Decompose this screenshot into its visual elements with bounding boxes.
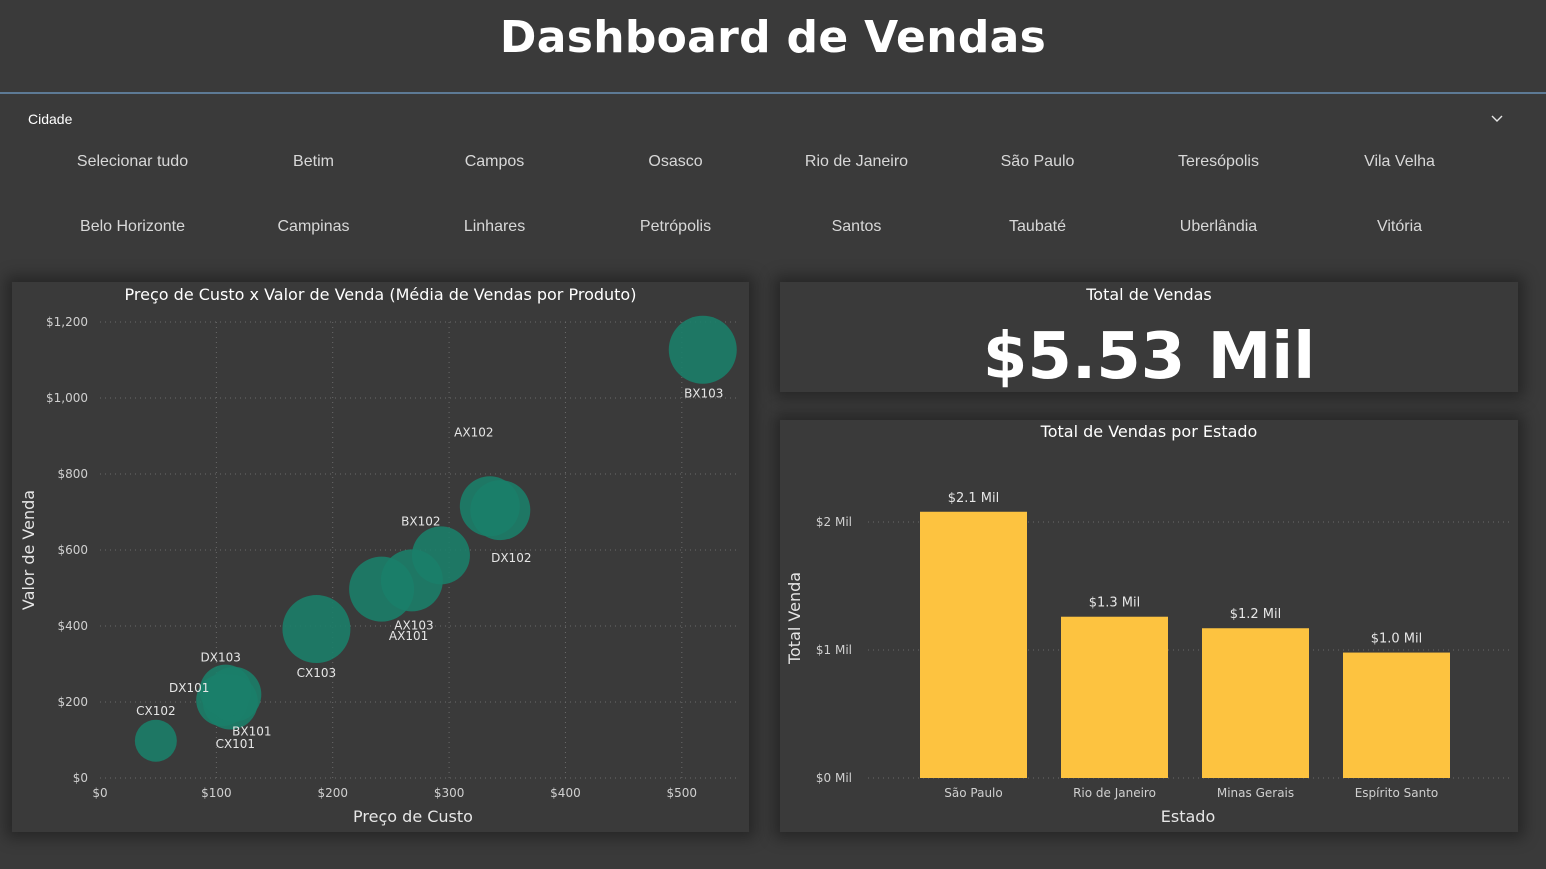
scatter-x-tick: $300 bbox=[434, 786, 465, 800]
scatter-x-tick: $400 bbox=[550, 786, 581, 800]
scatter-x-tick: $200 bbox=[317, 786, 348, 800]
bar-y-axis-label: Total Venda bbox=[785, 572, 804, 665]
scatter-x-tick: $500 bbox=[667, 786, 698, 800]
bar-category-label: Minas Gerais bbox=[1217, 786, 1294, 800]
scatter-y-tick: $1,200 bbox=[46, 315, 88, 329]
bar-value-label: $1.3 Mil bbox=[1089, 596, 1141, 611]
scatter-point-label: BX102 bbox=[401, 514, 440, 528]
scatter-y-tick: $200 bbox=[57, 695, 88, 709]
scatter-y-tick: $1,000 bbox=[46, 391, 88, 405]
scatter-x-tick: $100 bbox=[201, 786, 232, 800]
slicer-item-osasco[interactable]: Osasco bbox=[585, 140, 766, 184]
city-slicer: Selecionar tudo Betim Campos Osasco Rio … bbox=[42, 140, 1490, 260]
bar-x-axis-label: Estado bbox=[1161, 807, 1215, 826]
dashboard-header: Dashboard de Vendas bbox=[0, 0, 1546, 94]
scatter-point-label: DX102 bbox=[491, 551, 531, 565]
slicer-item-betim[interactable]: Betim bbox=[223, 140, 404, 184]
bar-value-label: $1.2 Mil bbox=[1230, 607, 1282, 622]
scatter-y-tick: $400 bbox=[57, 619, 88, 633]
scatter-point-label: BX103 bbox=[684, 387, 723, 401]
slicer-item-vitoria[interactable]: Vitória bbox=[1309, 205, 1490, 249]
slicer-item-linhares[interactable]: Linhares bbox=[404, 205, 585, 249]
scatter-y-tick: $0 bbox=[73, 771, 88, 785]
scatter-point[interactable] bbox=[470, 480, 531, 541]
bar-chart[interactable]: $0 Mil $1 Mil $2 Mil $2.1 Mil São Paulo $1.3… bbox=[780, 420, 1518, 832]
slicer-item-rio-de-janeiro[interactable]: Rio de Janeiro bbox=[766, 140, 947, 184]
slicer-title: Cidade bbox=[28, 111, 73, 127]
bar-y-tick: $0 Mil bbox=[816, 771, 852, 785]
slicer-item-petropolis[interactable]: Petrópolis bbox=[585, 205, 766, 249]
bar[interactable] bbox=[920, 511, 1027, 778]
slicer-item-campinas[interactable]: Campinas bbox=[223, 205, 404, 249]
slicer-item-selecionar-tudo[interactable]: Selecionar tudo bbox=[42, 140, 223, 184]
bar[interactable] bbox=[1202, 628, 1309, 778]
scatter-y-tick: $600 bbox=[57, 543, 88, 557]
scatter-point-label: AX102 bbox=[454, 425, 493, 439]
scatter-point[interactable] bbox=[282, 595, 351, 664]
scatter-panel: Preço de Custo x Valor de Venda (Média d… bbox=[12, 282, 749, 832]
slicer-item-belo-horizonte[interactable]: Belo Horizonte bbox=[42, 205, 223, 249]
scatter-point-label: CX101 bbox=[216, 737, 256, 751]
bar-value-label: $2.1 Mil bbox=[948, 491, 1000, 506]
slicer-item-taubate[interactable]: Taubaté bbox=[947, 205, 1128, 249]
chevron-down-icon[interactable] bbox=[1488, 110, 1506, 128]
scatter-point-label: DX101 bbox=[169, 681, 209, 695]
scatter-point-label: CX103 bbox=[297, 666, 337, 680]
scatter-point-label: AX103 bbox=[394, 618, 433, 632]
scatter-x-axis-label: Preço de Custo bbox=[353, 807, 473, 826]
scatter-y-axis-label: Valor de Venda bbox=[19, 490, 38, 610]
scatter-point[interactable] bbox=[134, 719, 177, 762]
bar-y-tick: $1 Mil bbox=[816, 643, 852, 657]
scatter-y-tick: $800 bbox=[57, 467, 88, 481]
slicer-item-uberlandia[interactable]: Uberlândia bbox=[1128, 205, 1309, 249]
scatter-point[interactable] bbox=[411, 526, 470, 585]
scatter-x-tick: $0 bbox=[92, 786, 107, 800]
bar[interactable] bbox=[1061, 616, 1168, 778]
bar-y-tick: $2 Mil bbox=[816, 515, 852, 529]
slicer-item-santos[interactable]: Santos bbox=[766, 205, 947, 249]
slicer-item-vila-velha[interactable]: Vila Velha bbox=[1309, 140, 1490, 184]
kpi-value: $5.53 Mil bbox=[982, 320, 1316, 394]
scatter-point-label: DX103 bbox=[200, 651, 240, 665]
scatter-point-label: BX101 bbox=[232, 724, 271, 738]
bar-value-label: $1.0 Mil bbox=[1371, 632, 1423, 647]
scatter-point[interactable] bbox=[668, 315, 737, 384]
slicer-item-campos[interactable]: Campos bbox=[404, 140, 585, 184]
kpi-title: Total de Vendas bbox=[1086, 285, 1212, 304]
scatter-chart[interactable]: $0 $200 $400 $600 $800 $1,000 $1,200 $0 $100 $200… bbox=[12, 282, 749, 832]
bar[interactable] bbox=[1343, 652, 1450, 778]
page-title: Dashboard de Vendas bbox=[499, 12, 1047, 63]
slicer-item-sao-paulo[interactable]: São Paulo bbox=[947, 140, 1128, 184]
bar-panel: Total de Vendas por Estado $0 Mil $1 Mil $… bbox=[780, 420, 1518, 832]
bar-category-label: Espírito Santo bbox=[1355, 786, 1439, 800]
slicer-item-teresopolis[interactable]: Teresópolis bbox=[1128, 140, 1309, 184]
scatter-point-label: CX102 bbox=[136, 704, 176, 718]
bar-category-label: Rio de Janeiro bbox=[1073, 786, 1156, 800]
bar-category-label: São Paulo bbox=[944, 786, 1002, 800]
kpi-card: Total de Vendas $5.53 Mil bbox=[780, 282, 1518, 394]
